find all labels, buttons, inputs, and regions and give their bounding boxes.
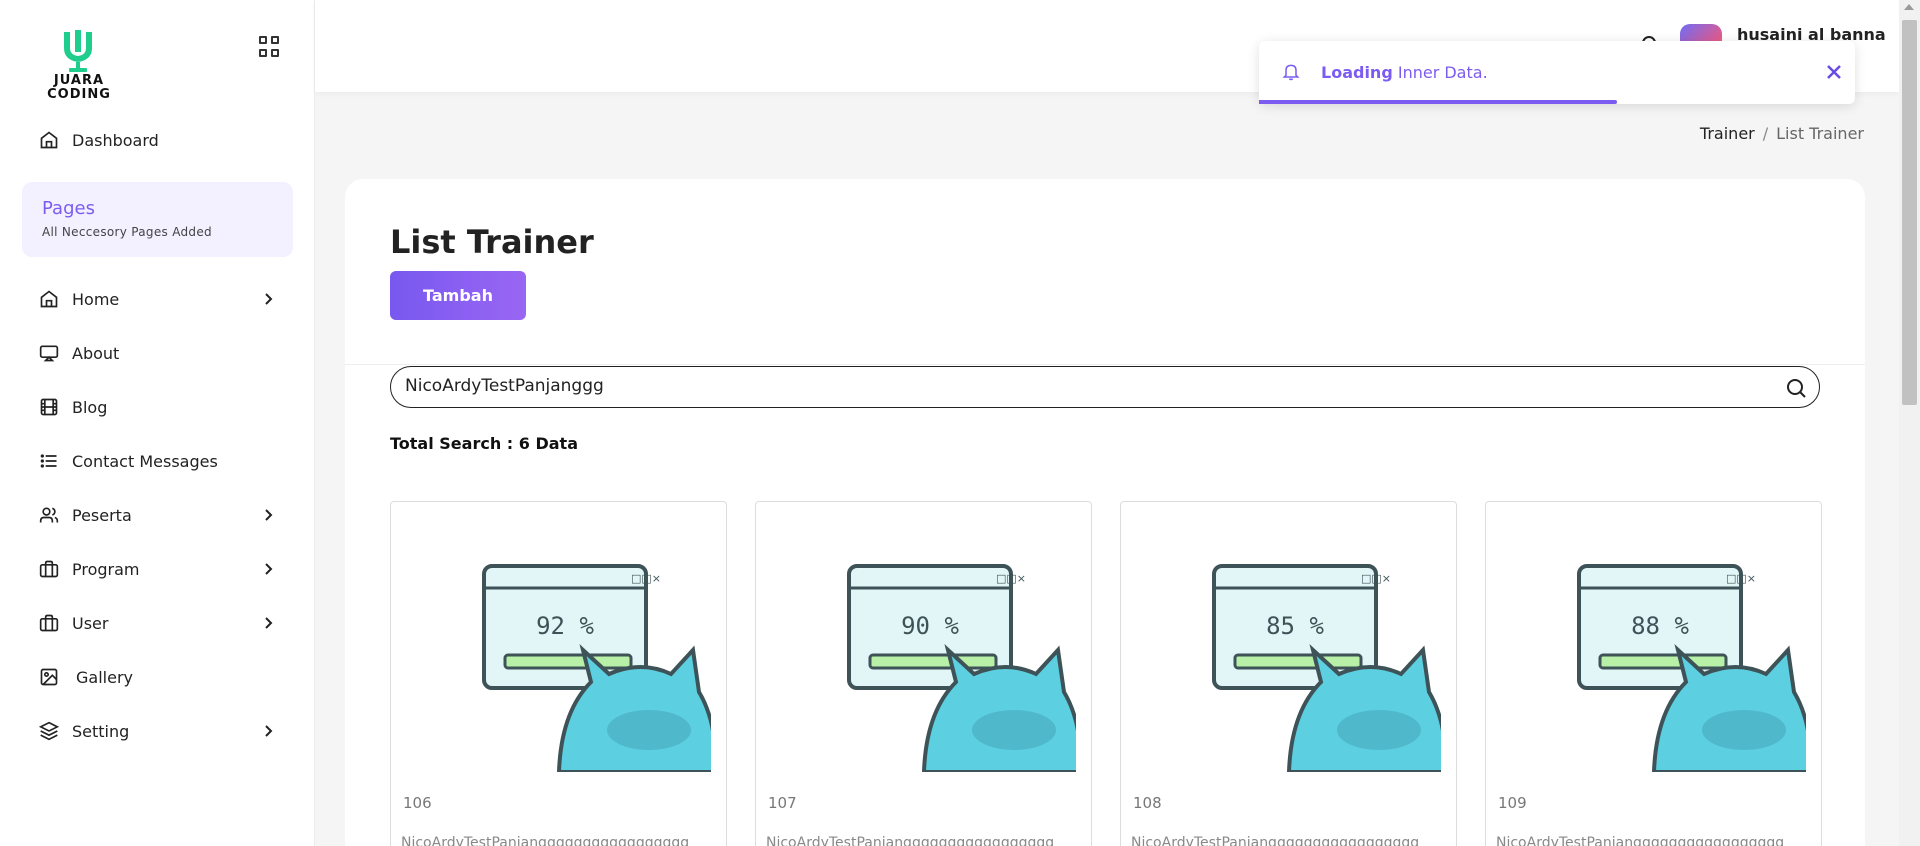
search-bar: [390, 366, 1820, 408]
briefcase-icon: [38, 558, 60, 580]
sidebar-item-peserta[interactable]: Peserta: [38, 502, 278, 528]
pages-subtitle: All Neccesory Pages Added: [42, 225, 212, 239]
brand-line-2: CODING: [47, 87, 111, 102]
toast-progress-bar: [1259, 100, 1617, 104]
monitor-icon: [38, 342, 60, 364]
progress-percent: 90 %: [901, 612, 959, 640]
trainer-name: NicoArdyTestPanjanggggggggggggggggg: [401, 835, 690, 846]
loading-toast: Loading Inner Data.: [1259, 41, 1855, 104]
trainer-name: NicoArdyTestPanjanggggggggggggggggg: [1496, 835, 1785, 846]
trainer-id: 107: [768, 794, 797, 812]
sidebar-item-label: Gallery: [76, 667, 133, 687]
svg-text:□□×: □□×: [1361, 572, 1391, 585]
page-scrollbar[interactable]: [1899, 0, 1920, 846]
toast-text: Inner Data.: [1392, 63, 1488, 82]
sidebar-item-program[interactable]: Program: [38, 556, 278, 582]
briefcase-icon: [38, 612, 60, 634]
bell-icon: [1282, 64, 1300, 81]
trainer-id: 106: [403, 794, 432, 812]
list-icon: [38, 450, 60, 472]
sidebar-item-label: Blog: [72, 397, 108, 417]
total-search-count: Total Search : 6 Data: [390, 434, 578, 453]
home-icon: [38, 288, 60, 310]
svg-text:□□×: □□×: [996, 572, 1026, 585]
toast-message: Loading Inner Data.: [1321, 63, 1488, 82]
sidebar-item-home[interactable]: Home: [38, 286, 278, 312]
add-trainer-button[interactable]: Tambah: [390, 271, 526, 320]
svg-text:□□×: □□×: [631, 572, 661, 585]
brand-line-1: JUARA: [53, 73, 105, 88]
chevron-right-icon: [265, 617, 273, 629]
pages-section-card: Pages All Neccesory Pages Added: [22, 182, 293, 257]
sidebar-header: JUARA CODING: [0, 0, 314, 136]
close-icon[interactable]: [1825, 63, 1843, 81]
trainer-name: NicoArdyTestPanjanggggggggggggggggg: [766, 835, 1055, 846]
sidebar-item-label: User: [72, 613, 109, 633]
pages-title: Pages: [42, 198, 95, 219]
sidebar-item-label: Dashboard: [72, 130, 159, 150]
grid-menu-icon[interactable]: [259, 36, 281, 58]
layers-icon: [38, 720, 60, 742]
breadcrumb: Trainer / List Trainer: [1700, 124, 1864, 143]
sidebar-item-label: Home: [72, 289, 120, 309]
logo-mark-icon: [64, 30, 92, 72]
trainer-image: □□× 88 %: [1577, 564, 1806, 772]
toast-strong: Loading: [1321, 63, 1393, 82]
sidebar-item-label: Setting: [72, 721, 130, 741]
sidebar-item-setting[interactable]: Setting: [38, 718, 278, 744]
progress-percent: 85 %: [1266, 612, 1324, 640]
svg-text:□□×: □□×: [1726, 572, 1756, 585]
trainer-card[interactable]: □□× 88 % 109 NicoArdyTestPanjanggggggggg…: [1485, 501, 1822, 846]
trainer-card[interactable]: □□× 90 % 107 NicoArdyTestPanjanggggggggg…: [755, 501, 1092, 846]
chevron-right-icon: [265, 725, 273, 737]
trainer-name: NicoArdyTestPanjanggggggggggggggggg: [1131, 835, 1420, 846]
sidebar-item-user[interactable]: User: [38, 610, 278, 636]
sidebar-item-label: Contact Messages: [72, 451, 218, 471]
trainer-id: 109: [1498, 794, 1527, 812]
trainer-grid: □□× 92 % 106 NicoArdyTestPanjanggggggggg…: [390, 501, 1822, 846]
trainer-list-card: List Trainer Tambah Total Search : 6 Dat…: [345, 179, 1865, 846]
chevron-right-icon: [265, 509, 273, 521]
sidebar: JUARA CODING Dashboard Pages All Necceso…: [0, 0, 315, 846]
sidebar-item-blog[interactable]: Blog: [38, 394, 278, 420]
film-icon: [38, 396, 60, 418]
sidebar-item-label: About: [72, 343, 120, 363]
breadcrumb-parent[interactable]: Trainer: [1700, 124, 1755, 143]
juara-coding-logo[interactable]: JUARA CODING: [36, 28, 122, 106]
users-icon: [38, 504, 60, 526]
trainer-image: □□× 92 %: [482, 564, 711, 772]
trainer-card[interactable]: □□× 92 % 106 NicoArdyTestPanjanggggggggg…: [390, 501, 727, 846]
progress-percent: 88 %: [1631, 612, 1689, 640]
trainer-image: □□× 90 %: [847, 564, 1076, 772]
image-icon: [38, 666, 60, 688]
divider: [345, 364, 1865, 365]
trainer-id: 108: [1133, 794, 1162, 812]
sidebar-item-gallery[interactable]: Gallery: [38, 664, 278, 690]
chevron-right-icon: [265, 563, 273, 575]
sidebar-item-contact-messages[interactable]: Contact Messages: [38, 448, 278, 474]
search-input[interactable]: [405, 367, 1765, 405]
chevron-right-icon: [265, 293, 273, 305]
sidebar-item-dashboard[interactable]: Dashboard: [38, 127, 278, 153]
progress-percent: 92 %: [536, 612, 594, 640]
search-icon[interactable]: [1785, 377, 1807, 399]
scroll-up-icon[interactable]: [1904, 4, 1914, 10]
page-title: List Trainer: [390, 223, 594, 261]
breadcrumb-current: List Trainer: [1776, 124, 1864, 143]
sidebar-item-label: Program: [72, 559, 140, 579]
sidebar-item-about[interactable]: About: [38, 340, 278, 366]
breadcrumb-separator: /: [1762, 124, 1769, 143]
sidebar-item-label: Peserta: [72, 505, 132, 525]
scrollbar-thumb[interactable]: [1902, 20, 1917, 405]
home-icon: [38, 129, 60, 151]
trainer-image: □□× 85 %: [1212, 564, 1441, 772]
trainer-card[interactable]: □□× 85 % 108 NicoArdyTestPanjanggggggggg…: [1120, 501, 1457, 846]
